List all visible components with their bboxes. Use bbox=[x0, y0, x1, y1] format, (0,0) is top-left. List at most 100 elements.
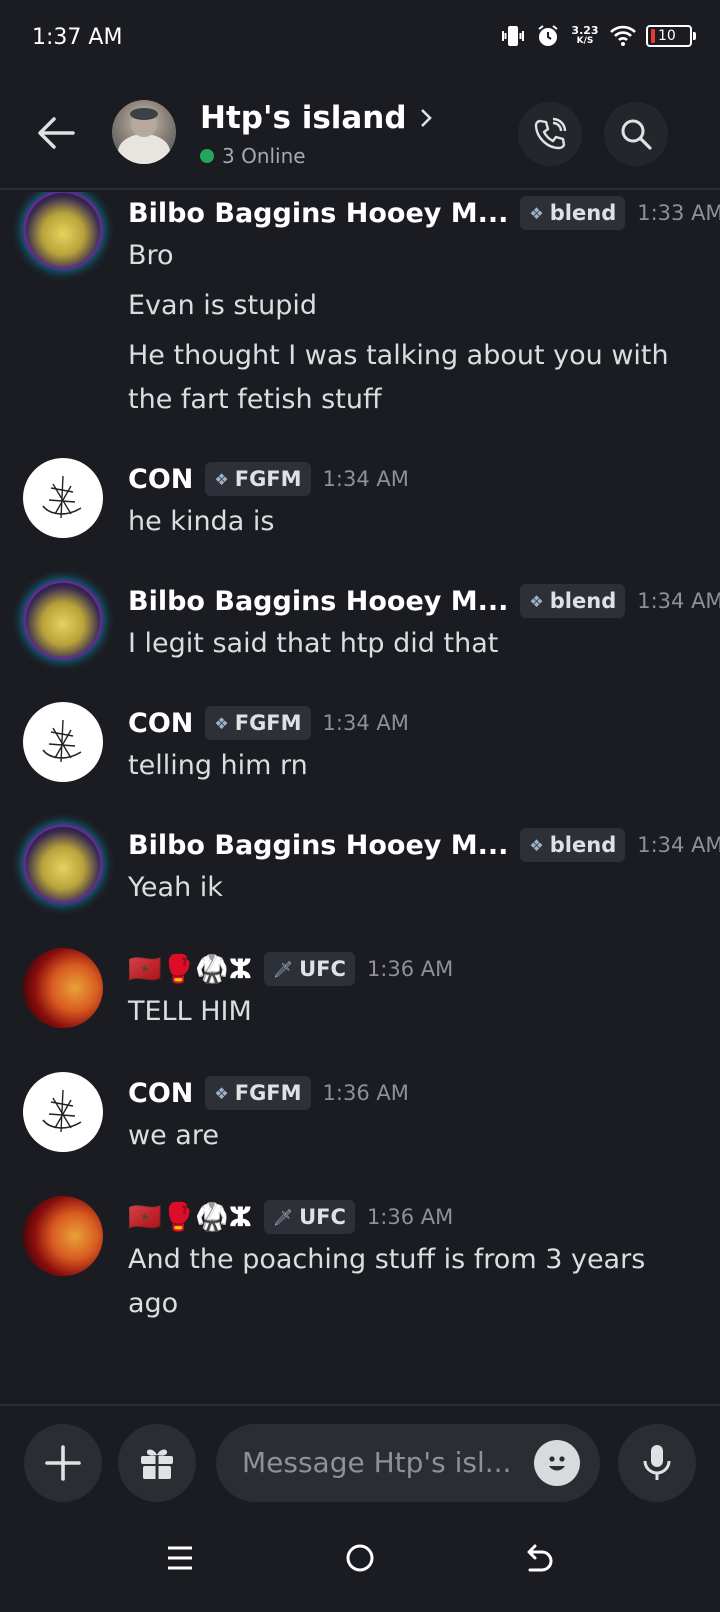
username[interactable]: CON bbox=[128, 1078, 193, 1109]
network-speed: 3.23 K/S bbox=[570, 25, 600, 47]
status-icons: 3.23 K/S 10 bbox=[500, 24, 696, 48]
guild-tag[interactable]: ❖ blend bbox=[520, 584, 626, 618]
message-list[interactable]: Bilbo Baggins Hooey M... ❖ blend 1:33 AM … bbox=[0, 192, 720, 1404]
recents-button[interactable] bbox=[156, 1534, 204, 1582]
online-dot-icon bbox=[200, 149, 214, 163]
avatar[interactable] bbox=[23, 1072, 103, 1152]
channel-title-row[interactable]: Htp's island bbox=[200, 100, 433, 136]
message-header: 🇲🇦🥊🥋ⵣ 🗡 UFC 1:36 AM bbox=[128, 1200, 453, 1234]
guild-tag-label: FGFM bbox=[234, 467, 302, 491]
avatar[interactable] bbox=[23, 580, 103, 660]
avatar[interactable] bbox=[23, 824, 103, 904]
diamond-icon: ❖ bbox=[214, 713, 229, 733]
emoji-button[interactable] bbox=[534, 1440, 580, 1486]
timestamp: 1:36 AM bbox=[366, 1205, 454, 1229]
call-button[interactable] bbox=[518, 102, 582, 166]
status-bar: 1:37 AM 3.23 K/S 10 bbox=[0, 0, 720, 80]
net-speed-unit: K/S bbox=[576, 36, 594, 46]
net-speed-value: 3.23 bbox=[571, 24, 599, 37]
search-icon bbox=[621, 119, 652, 150]
avatar[interactable] bbox=[23, 948, 103, 1028]
vibrate-icon bbox=[502, 26, 524, 46]
alarm-icon bbox=[538, 25, 558, 46]
add-attachment-button[interactable] bbox=[24, 1424, 102, 1502]
guild-tag[interactable]: ❖ FGFM bbox=[205, 1076, 311, 1110]
chevron-right-icon bbox=[420, 109, 432, 127]
guild-tag[interactable]: ❖ blend bbox=[520, 828, 626, 862]
avatar[interactable] bbox=[23, 458, 103, 538]
diamond-icon: ❖ bbox=[214, 1083, 229, 1103]
channel-avatar[interactable] bbox=[112, 100, 176, 164]
guild-tag-label: UFC bbox=[299, 1205, 346, 1229]
back-nav-button[interactable] bbox=[516, 1534, 564, 1582]
battery-level: 10 bbox=[658, 28, 676, 44]
back-button[interactable] bbox=[34, 111, 78, 155]
timestamp: 1:34 AM bbox=[637, 589, 720, 613]
message-text[interactable]: And the poaching stuff is from 3 years a… bbox=[128, 1238, 688, 1326]
message-header: 🇲🇦🥊🥋ⵣ 🗡 UFC 1:36 AM bbox=[128, 952, 453, 986]
voice-message-button[interactable] bbox=[618, 1424, 696, 1502]
smiley-icon bbox=[549, 1456, 565, 1471]
guild-tag-label: FGFM bbox=[234, 711, 302, 735]
home-circle-icon bbox=[346, 1544, 374, 1572]
timestamp: 1:34 AM bbox=[322, 467, 409, 491]
username[interactable]: Bilbo Baggins Hooey M... bbox=[128, 198, 508, 229]
menu-icon bbox=[168, 1546, 192, 1570]
gift-button[interactable] bbox=[118, 1424, 196, 1502]
home-button[interactable] bbox=[336, 1534, 384, 1582]
guild-tag-label: blend bbox=[549, 833, 617, 857]
avatar[interactable] bbox=[23, 702, 103, 782]
message-header: Bilbo Baggins Hooey M... ❖ blend 1:34 AM bbox=[128, 828, 720, 862]
avatar[interactable] bbox=[23, 192, 103, 270]
sword-icon: 🗡 bbox=[272, 959, 294, 979]
message-input[interactable]: Message Htp's isl... bbox=[216, 1424, 600, 1502]
message-text[interactable]: He thought I was talking about you with … bbox=[128, 334, 688, 422]
message-header: CON ❖ FGFM 1:36 AM bbox=[128, 1076, 409, 1110]
timestamp: 1:36 AM bbox=[322, 1081, 409, 1105]
username[interactable]: Bilbo Baggins Hooey M... bbox=[128, 830, 508, 861]
guild-tag-label: UFC bbox=[299, 957, 346, 981]
message-header: Bilbo Baggins Hooey M... ❖ blend 1:34 AM bbox=[128, 584, 720, 618]
message-text[interactable]: Evan is stupid bbox=[128, 284, 688, 328]
guild-tag[interactable]: ❖ FGFM bbox=[205, 706, 311, 740]
message-composer: Message Htp's isl... bbox=[0, 1404, 720, 1504]
message-input-placeholder: Message Htp's isl... bbox=[242, 1446, 512, 1479]
message-text[interactable]: we are bbox=[128, 1114, 688, 1158]
guild-tag[interactable]: ❖ blend bbox=[520, 196, 626, 230]
guild-tag[interactable]: 🗡 UFC bbox=[263, 1200, 355, 1234]
username[interactable]: 🇲🇦🥊🥋ⵣ bbox=[128, 953, 252, 985]
message-text[interactable]: I legit said that htp did that bbox=[128, 622, 688, 666]
timestamp: 1:36 AM bbox=[366, 957, 454, 981]
username[interactable]: CON bbox=[128, 464, 193, 495]
diamond-icon: ❖ bbox=[529, 591, 544, 611]
username[interactable]: Bilbo Baggins Hooey M... bbox=[128, 586, 508, 617]
timestamp: 1:34 AM bbox=[637, 833, 720, 857]
gift-icon bbox=[141, 1449, 173, 1479]
message-text[interactable]: Yeah ik bbox=[128, 866, 688, 910]
system-nav-bar bbox=[0, 1504, 720, 1612]
message-text[interactable]: he kinda is bbox=[128, 500, 688, 544]
search-button[interactable] bbox=[604, 102, 668, 166]
message-header: CON ❖ FGFM 1:34 AM bbox=[128, 706, 409, 740]
username[interactable]: CON bbox=[128, 708, 193, 739]
guild-tag-label: FGFM bbox=[234, 1081, 302, 1105]
diamond-icon: ❖ bbox=[529, 203, 544, 223]
microphone-icon bbox=[643, 1445, 671, 1480]
message-text[interactable]: Bro bbox=[128, 234, 688, 278]
back-arrow-icon bbox=[527, 1544, 553, 1572]
username[interactable]: 🇲🇦🥊🥋ⵣ bbox=[128, 1201, 252, 1233]
diamond-icon: ❖ bbox=[529, 835, 544, 855]
arrow-left-icon bbox=[38, 117, 75, 149]
status-time: 1:37 AM bbox=[32, 25, 123, 50]
message-header: CON ❖ FGFM 1:34 AM bbox=[128, 462, 409, 496]
guild-tag-label: blend bbox=[549, 589, 617, 613]
sword-icon: 🗡 bbox=[272, 1207, 294, 1227]
message-header: Bilbo Baggins Hooey M... ❖ blend 1:33 AM bbox=[128, 196, 720, 230]
message-text[interactable]: TELL HIM bbox=[128, 990, 688, 1034]
guild-tag[interactable]: 🗡 UFC bbox=[263, 952, 355, 986]
guild-tag[interactable]: ❖ FGFM bbox=[205, 462, 311, 496]
channel-header: Htp's island 3 Online bbox=[0, 80, 720, 190]
online-status: 3 Online bbox=[200, 144, 306, 168]
avatar[interactable] bbox=[23, 1196, 103, 1276]
message-text[interactable]: telling him rn bbox=[128, 744, 688, 788]
